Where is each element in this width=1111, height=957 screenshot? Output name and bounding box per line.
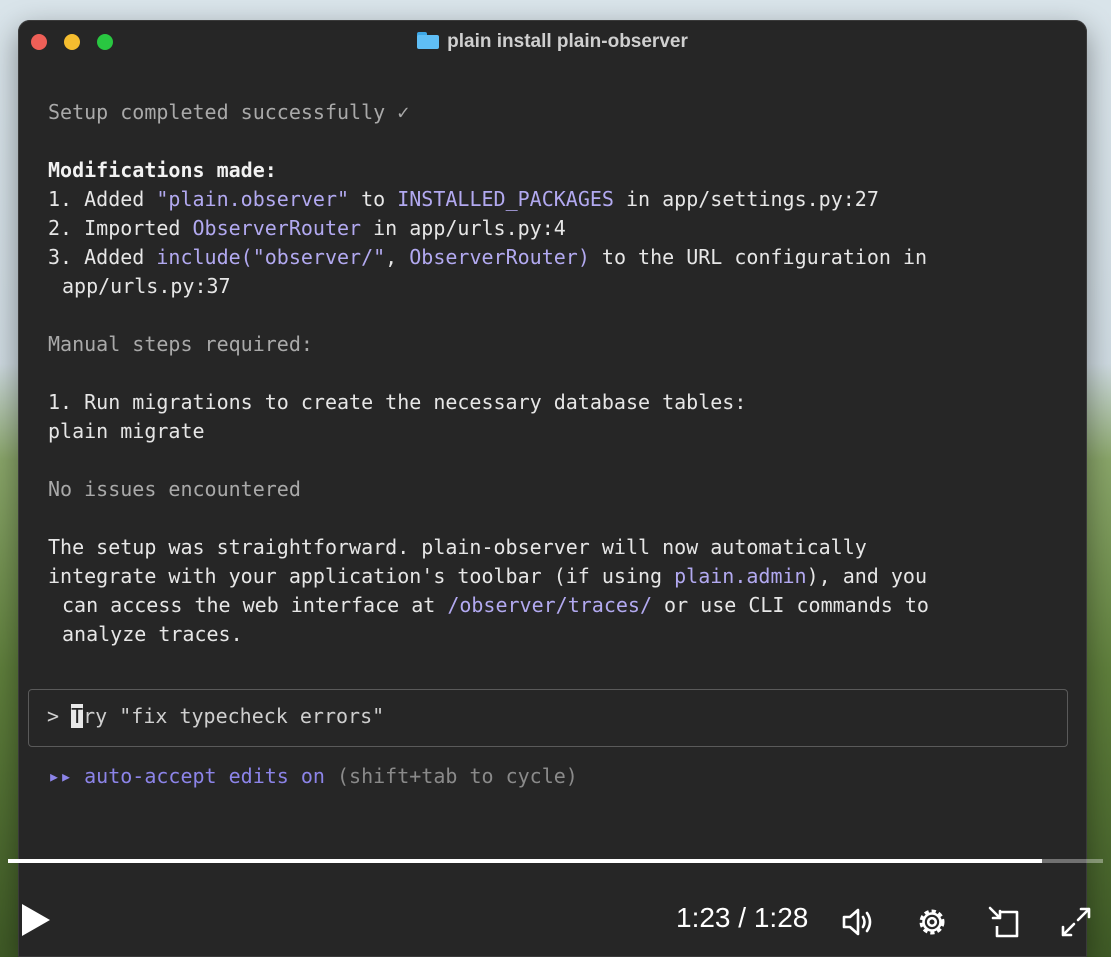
video-progress-fill [8,859,1042,863]
text-cursor: T [71,704,84,728]
prompt-input-box[interactable]: > Try "fix typecheck errors" [28,689,1068,747]
manual-step-1-command: plain migrate [48,419,205,443]
mode-arrows-icon: ▸▸ [48,764,73,788]
window-title: plain install plain-observer [447,31,688,52]
prompt-placeholder: ry "fix typecheck errors" [83,704,385,728]
video-progress-bar[interactable] [8,859,1103,863]
settings-icon[interactable] [912,902,952,942]
volume-icon[interactable] [838,902,878,942]
folder-icon [417,32,440,49]
video-time: 1:23 / 1:28 [676,902,809,933]
current-time: 1:23 [676,902,731,933]
modification-line-3-cont: app/urls.py:37 [62,274,231,298]
summary-line-1: The setup was straightforward. plain-obs… [48,535,867,559]
mode-status-line: ▸▸ auto-accept edits on (shift+tab to cy… [48,764,578,788]
modification-line-2: 2. Imported ObserverRouter in app/urls.p… [48,216,566,240]
terminal-output: Setup completed successfully ✓ Modificat… [48,98,1058,649]
prompt-symbol: > [47,704,72,728]
video-controls: 1:23 / 1:28 [0,880,1111,957]
prompt-input[interactable]: > Try "fix typecheck errors" [47,704,384,728]
title-bar: plain install plain-observer [18,20,1087,64]
window-title-area: plain install plain-observer [18,31,1087,53]
play-icon[interactable] [22,904,50,936]
modification-line-1: 1. Added "plain.observer" to INSTALLED_P… [48,187,879,211]
setup-status-line: Setup completed successfully ✓ [48,100,410,124]
summary-line-4: analyze traces. [62,622,243,646]
terminal-window: plain install plain-observer Setup compl… [18,20,1087,957]
manual-steps-header: Manual steps required: [48,332,313,356]
modification-line-3: 3. Added include("observer/", ObserverRo… [48,245,928,269]
summary-line-3: can access the web interface at /observe… [62,593,929,617]
modifications-header: Modifications made: [48,158,277,182]
fullscreen-icon[interactable] [1056,902,1096,942]
duration: 1:28 [753,902,809,933]
manual-step-1: 1. Run migrations to create the necessar… [48,390,747,414]
no-issues-line: No issues encountered [48,477,301,501]
summary-line-2: integrate with your application's toolba… [48,564,928,588]
mode-cycle-hint: (shift+tab to cycle) [337,764,578,788]
pip-icon[interactable] [984,902,1024,942]
auto-accept-status[interactable]: auto-accept edits on [84,764,325,788]
